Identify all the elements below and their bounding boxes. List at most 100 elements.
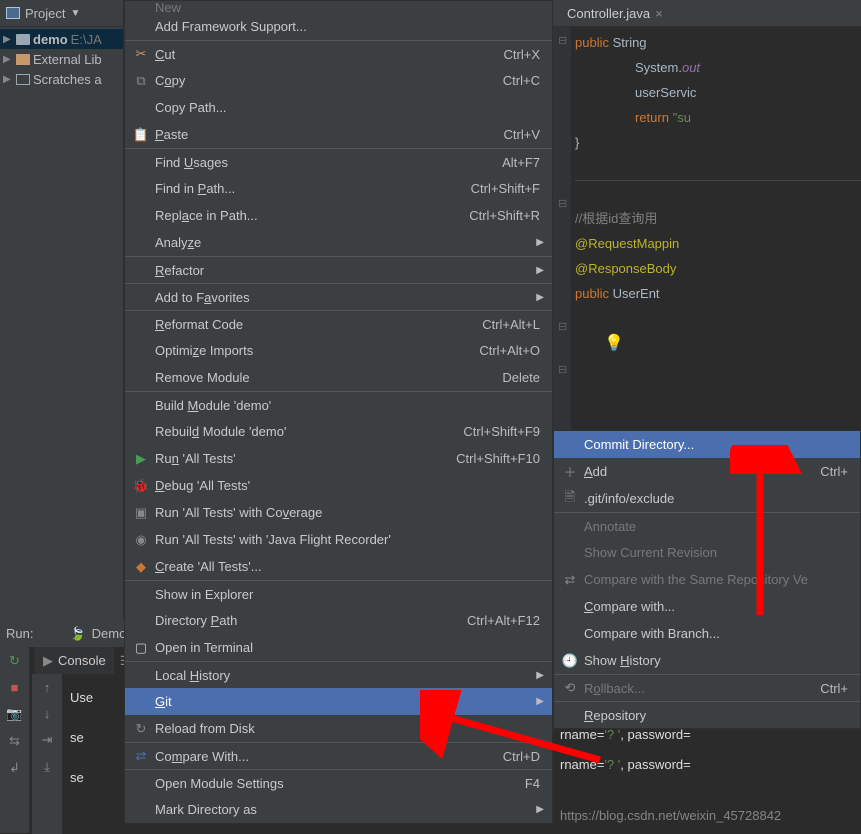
submenu-compare-with[interactable]: Compare with... bbox=[554, 593, 860, 620]
code-text: String bbox=[613, 35, 651, 50]
file-icon: 🗎 bbox=[562, 491, 578, 507]
project-header[interactable]: Project ▼ bbox=[0, 0, 123, 27]
camera-icon[interactable]: 📷 bbox=[6, 706, 22, 722]
menu-find-in-path[interactable]: Find in Path...Ctrl+Shift+F bbox=[125, 175, 552, 202]
menu-show-explorer[interactable]: Show in Explorer bbox=[125, 580, 552, 607]
tree-scratch-label: Scratches a bbox=[33, 72, 102, 87]
fold-icon[interactable]: ⊟ bbox=[558, 34, 571, 47]
bulb-icon[interactable]: 💡 bbox=[604, 333, 624, 353]
console-tab-label: Console bbox=[58, 653, 106, 668]
menu-refactor[interactable]: Refactor▶ bbox=[125, 256, 552, 283]
expand-icon[interactable]: ▶ bbox=[3, 54, 13, 65]
run-label: Run: bbox=[6, 626, 33, 641]
menu-local-history[interactable]: Local History▶ bbox=[125, 661, 552, 688]
submenu-rollback: ⟲Rollback...Ctrl+ bbox=[554, 674, 860, 701]
submenu-arrow-icon: ▶ bbox=[536, 670, 544, 681]
console-icon: ▶ bbox=[43, 653, 53, 669]
paste-icon: 📋 bbox=[133, 127, 149, 143]
menu-directory-path[interactable]: Directory PathCtrl+Alt+F12 bbox=[125, 607, 552, 634]
bug-icon: 🐞 bbox=[133, 478, 149, 494]
code-cmt: 根据id查询用 bbox=[582, 211, 657, 226]
menu-cut[interactable]: ✂CutCtrl+X bbox=[125, 40, 552, 67]
run-toolbar: ↻ ■ 📷 ⇆ ↲ bbox=[0, 647, 30, 833]
submenu-arrow-icon: ▶ bbox=[536, 265, 544, 276]
code-text: } bbox=[575, 135, 579, 150]
tree-item-demo[interactable]: ▶ demo E:\JA bbox=[0, 29, 123, 49]
submenu-compare-branch[interactable]: Compare with Branch... bbox=[554, 620, 860, 647]
fold-icon[interactable]: ⊟ bbox=[558, 363, 571, 376]
menu-reformat[interactable]: Reformat CodeCtrl+Alt+L bbox=[125, 310, 552, 337]
wrap2-icon[interactable]: ⇥ bbox=[42, 732, 53, 748]
fold-icon[interactable]: ⊟ bbox=[558, 320, 571, 333]
expand-icon[interactable]: ▶ bbox=[3, 74, 13, 85]
code-text: out bbox=[682, 60, 700, 75]
submenu-arrow-icon: ▶ bbox=[536, 804, 544, 815]
project-panel: Project ▼ ▶ demo E:\JA ▶ External Lib ▶ … bbox=[0, 0, 124, 620]
menu-compare-with[interactable]: ⇄Compare With...Ctrl+D bbox=[125, 742, 552, 769]
tab-label: Controller.java bbox=[567, 6, 650, 21]
menu-new[interactable]: New bbox=[125, 1, 552, 13]
menu-paste[interactable]: 📋PasteCtrl+V bbox=[125, 121, 552, 148]
menu-copy[interactable]: ⧉CopyCtrl+C bbox=[125, 67, 552, 94]
wrap-icon[interactable]: ↲ bbox=[9, 760, 20, 776]
rollback-icon: ⟲ bbox=[562, 680, 578, 696]
submenu-arrow-icon: ▶ bbox=[536, 696, 544, 707]
code-area[interactable]: public String System.out userServic retu… bbox=[575, 30, 861, 306]
code-text: userServic bbox=[635, 85, 696, 100]
editor-gutter: ⊟ ⊟ ⊟ ⊟ bbox=[553, 27, 571, 430]
tree-item-external[interactable]: ▶ External Lib bbox=[0, 49, 123, 69]
menu-add-framework[interactable]: Add Framework Support... bbox=[125, 13, 552, 40]
submenu-add[interactable]: ＋AddCtrl+ bbox=[554, 458, 860, 485]
fold-icon[interactable]: ⊟ bbox=[558, 197, 571, 210]
stop-icon[interactable]: ■ bbox=[11, 680, 19, 695]
scratch-icon bbox=[16, 74, 30, 85]
rerun-icon[interactable]: ↻ bbox=[9, 653, 20, 669]
menu-open-terminal[interactable]: ▢Open in Terminal bbox=[125, 634, 552, 661]
menu-remove-module[interactable]: Remove ModuleDelete bbox=[125, 364, 552, 391]
menu-mark-directory[interactable]: Mark Directory as▶ bbox=[125, 796, 552, 823]
context-menu: New Add Framework Support... ✂CutCtrl+X … bbox=[124, 0, 553, 824]
folder-icon bbox=[16, 34, 30, 45]
tree-item-scratches[interactable]: ▶ Scratches a bbox=[0, 69, 123, 89]
expand-icon[interactable]: ▶ bbox=[3, 34, 13, 45]
submenu-exclude[interactable]: 🗎.git/info/exclude bbox=[554, 485, 860, 512]
scroll-icon[interactable]: ⤓ bbox=[44, 759, 50, 775]
clock-icon: 🕘 bbox=[562, 653, 578, 669]
menu-build-module[interactable]: Build Module 'demo' bbox=[125, 391, 552, 418]
submenu-repository[interactable]: Repository bbox=[554, 701, 860, 728]
create-icon: ◆ bbox=[133, 559, 149, 575]
menu-find-usages[interactable]: Find UsagesAlt+F7 bbox=[125, 148, 552, 175]
code-text: UserEnt bbox=[613, 286, 660, 301]
submenu-arrow-icon: ▶ bbox=[536, 292, 544, 303]
run-config-icon: 🍃 bbox=[69, 626, 85, 642]
code-kw: public bbox=[575, 35, 613, 50]
submenu-show-history[interactable]: 🕘Show History bbox=[554, 647, 860, 674]
editor-tab[interactable]: Controller.java × bbox=[559, 0, 671, 26]
tree-ext-label: External Lib bbox=[33, 52, 102, 67]
tree-demo-name: demo bbox=[33, 32, 68, 47]
menu-rebuild-module[interactable]: Rebuild Module 'demo'Ctrl+Shift+F9 bbox=[125, 418, 552, 445]
output-icon[interactable]: ⇆ bbox=[9, 733, 20, 749]
menu-open-module-settings[interactable]: Open Module SettingsF4 bbox=[125, 769, 552, 796]
menu-run-jfr[interactable]: ◉Run 'All Tests' with 'Java Flight Recor… bbox=[125, 526, 552, 553]
menu-optimize[interactable]: Optimize ImportsCtrl+Alt+O bbox=[125, 337, 552, 364]
console-tab[interactable]: ▶ Console bbox=[35, 647, 114, 674]
git-submenu: Commit Directory... ＋AddCtrl+ 🗎.git/info… bbox=[553, 430, 861, 729]
up-icon[interactable]: ↑ bbox=[44, 680, 51, 695]
plus-icon: ＋ bbox=[562, 464, 578, 480]
down-icon[interactable]: ↓ bbox=[44, 706, 51, 721]
menu-run-coverage[interactable]: ▣Run 'All Tests' with Coverage bbox=[125, 499, 552, 526]
menu-analyze[interactable]: Analyze▶ bbox=[125, 229, 552, 256]
menu-git[interactable]: Git▶ bbox=[125, 688, 552, 715]
menu-replace-in-path[interactable]: Replace in Path...Ctrl+Shift+R bbox=[125, 202, 552, 229]
menu-run[interactable]: ▶Run 'All Tests'Ctrl+Shift+F10 bbox=[125, 445, 552, 472]
submenu-commit[interactable]: Commit Directory... bbox=[554, 431, 860, 458]
menu-add-favorites[interactable]: Add to Favorites▶ bbox=[125, 283, 552, 310]
menu-create-tests[interactable]: ◆Create 'All Tests'... bbox=[125, 553, 552, 580]
code-ann: @RequestMappin bbox=[575, 236, 679, 251]
menu-reload[interactable]: ↻Reload from Disk bbox=[125, 715, 552, 742]
menu-debug[interactable]: 🐞Debug 'All Tests' bbox=[125, 472, 552, 499]
code-kw: public bbox=[575, 286, 613, 301]
menu-copy-path[interactable]: Copy Path... bbox=[125, 94, 552, 121]
close-icon[interactable]: × bbox=[655, 6, 663, 21]
